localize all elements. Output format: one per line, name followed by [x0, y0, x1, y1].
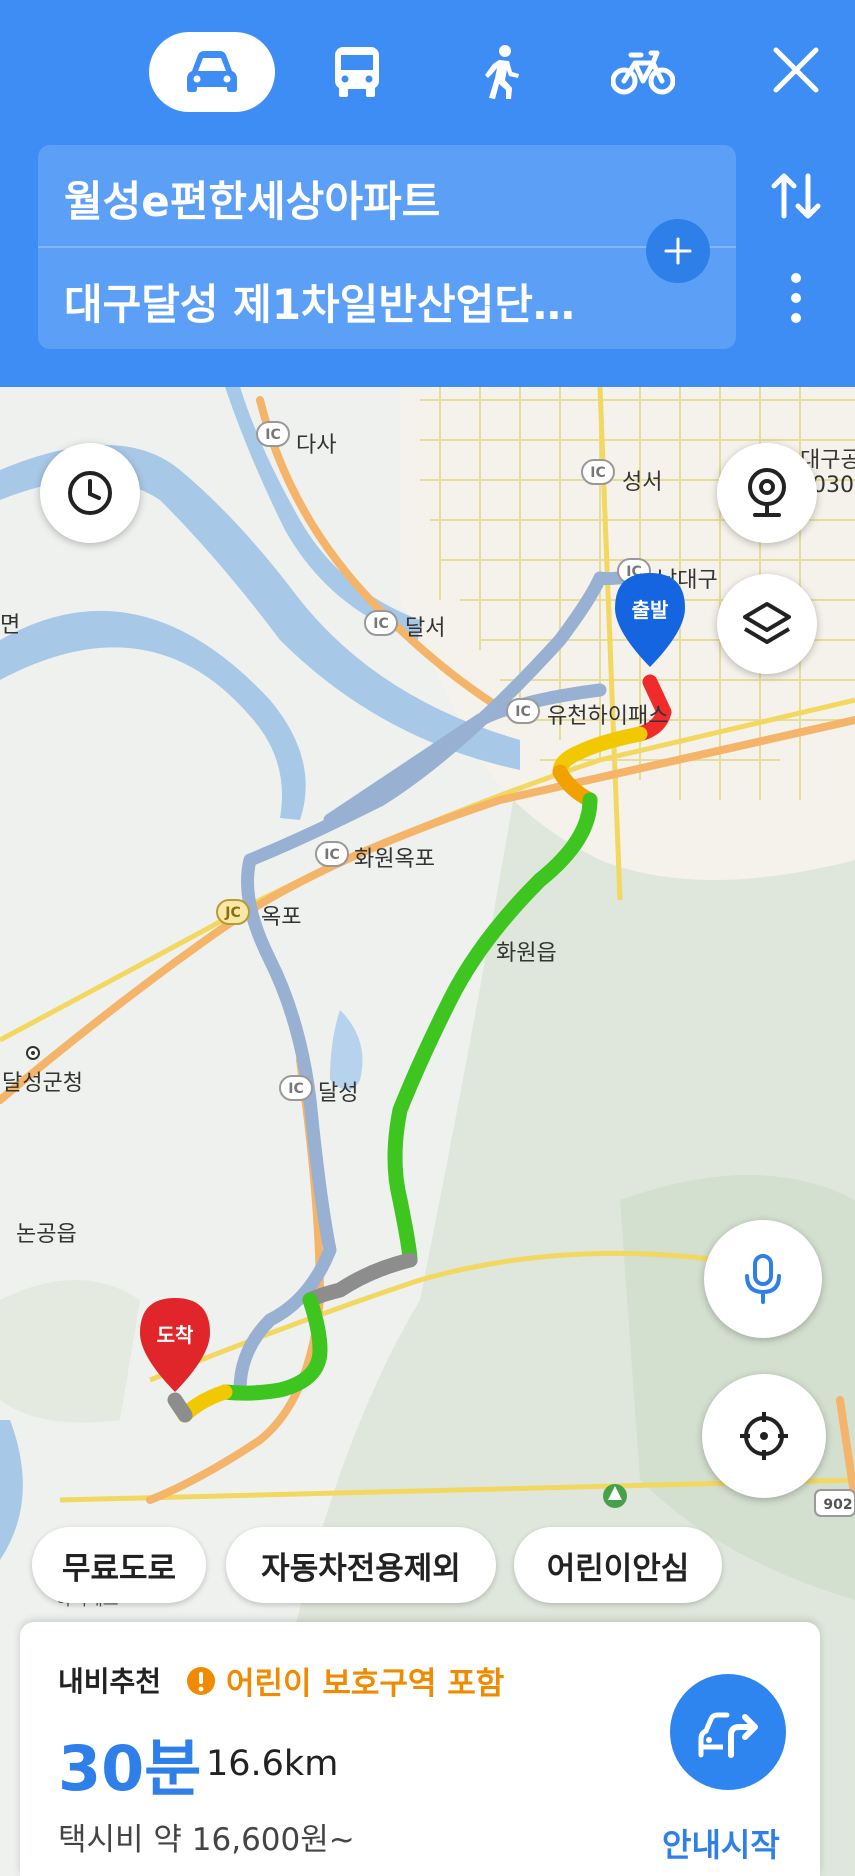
mode-walk-tab[interactable]: [466, 32, 536, 112]
warning-text: 어린이 보호구역 포함: [226, 1666, 505, 1702]
start-marker[interactable]: 출발: [613, 571, 687, 671]
map-label-seongseo: 성서: [622, 470, 663, 495]
crosshair-icon: [740, 1412, 788, 1460]
plus-icon: [664, 237, 692, 265]
route-input-box: 월성e편한세상아파트 대구달성 제1차일반산업단…: [38, 145, 736, 349]
start-marker-label: 출발: [632, 598, 669, 622]
warning-icon: [187, 1666, 215, 1695]
map-label-dasa: 다사: [296, 433, 337, 458]
map-label-dalseo: 달서: [405, 616, 446, 641]
route-divider: [38, 246, 736, 248]
map-label-okpo: 옥포: [261, 905, 302, 930]
map-label-dalseong-ic: 달성: [318, 1081, 359, 1106]
cctv-button[interactable]: [717, 443, 817, 543]
cctv-icon: [748, 468, 786, 517]
mode-bus-tab[interactable]: [322, 32, 392, 112]
route-time: 30분: [58, 1732, 202, 1805]
map-label-nongong-eup: 논공읍: [16, 1222, 77, 1247]
start-navigation-button[interactable]: [670, 1674, 786, 1790]
map-label-yucheon-hipass: 유천하이패스: [547, 704, 669, 729]
option-free-road[interactable]: 무료도로: [32, 1527, 206, 1603]
route-type-label: 내비추천: [58, 1665, 162, 1698]
more-options-icon[interactable]: [784, 270, 808, 326]
car-turn-icon: [698, 1712, 758, 1758]
school-zone-warning: 어린이 보호구역 포함: [186, 1658, 504, 1703]
bicycle-icon: [611, 50, 675, 95]
route-distance: 16.6km: [206, 1744, 339, 1784]
map-label-hwawon-okpo: 화원옥포: [354, 847, 435, 872]
mode-car-tab[interactable]: [149, 32, 275, 112]
bus-icon: [335, 47, 379, 97]
map-label-myeon: 면: [0, 613, 21, 638]
voice-search-button[interactable]: [704, 1220, 822, 1338]
layers-button[interactable]: [717, 574, 817, 674]
route-header: 월성e편한세상아파트 대구달성 제1차일반산업단…: [0, 0, 855, 387]
map-label-num-partial: 030: [812, 473, 854, 498]
close-icon[interactable]: [770, 44, 822, 96]
end-marker-label: 도착: [157, 1323, 194, 1347]
add-waypoint-button[interactable]: [646, 219, 710, 283]
clock-icon: [68, 471, 112, 515]
route-result-card[interactable]: 내비추천 어린이 보호구역 포함 30분 16.6km 택시비 약 16,600…: [20, 1622, 820, 1876]
option-child-safe[interactable]: 어린이안심: [514, 1527, 722, 1603]
mode-bicycle-tab[interactable]: [604, 32, 682, 112]
swap-route-icon[interactable]: [768, 168, 824, 224]
map-label-dalseong-gun-office: 달성군청: [2, 1071, 83, 1096]
origin-field[interactable]: 월성e편한세상아파트: [64, 168, 440, 229]
car-icon: [187, 51, 237, 92]
microphone-icon: [745, 1254, 781, 1304]
taxi-fare: 택시비 약 16,600원~: [58, 1822, 355, 1858]
map-label-hwawon-eup: 화원읍: [496, 941, 557, 966]
current-location-button[interactable]: [702, 1374, 826, 1498]
destination-field[interactable]: 대구달성 제1차일반산업단…: [64, 271, 575, 332]
option-exclude-expressway[interactable]: 자동차전용제외: [226, 1527, 496, 1603]
layers-icon: [743, 602, 791, 644]
walk-icon: [485, 45, 519, 99]
history-button[interactable]: [40, 443, 140, 543]
start-navigation-label[interactable]: 안내시작: [662, 1820, 780, 1866]
end-marker[interactable]: 도착: [138, 1296, 212, 1396]
